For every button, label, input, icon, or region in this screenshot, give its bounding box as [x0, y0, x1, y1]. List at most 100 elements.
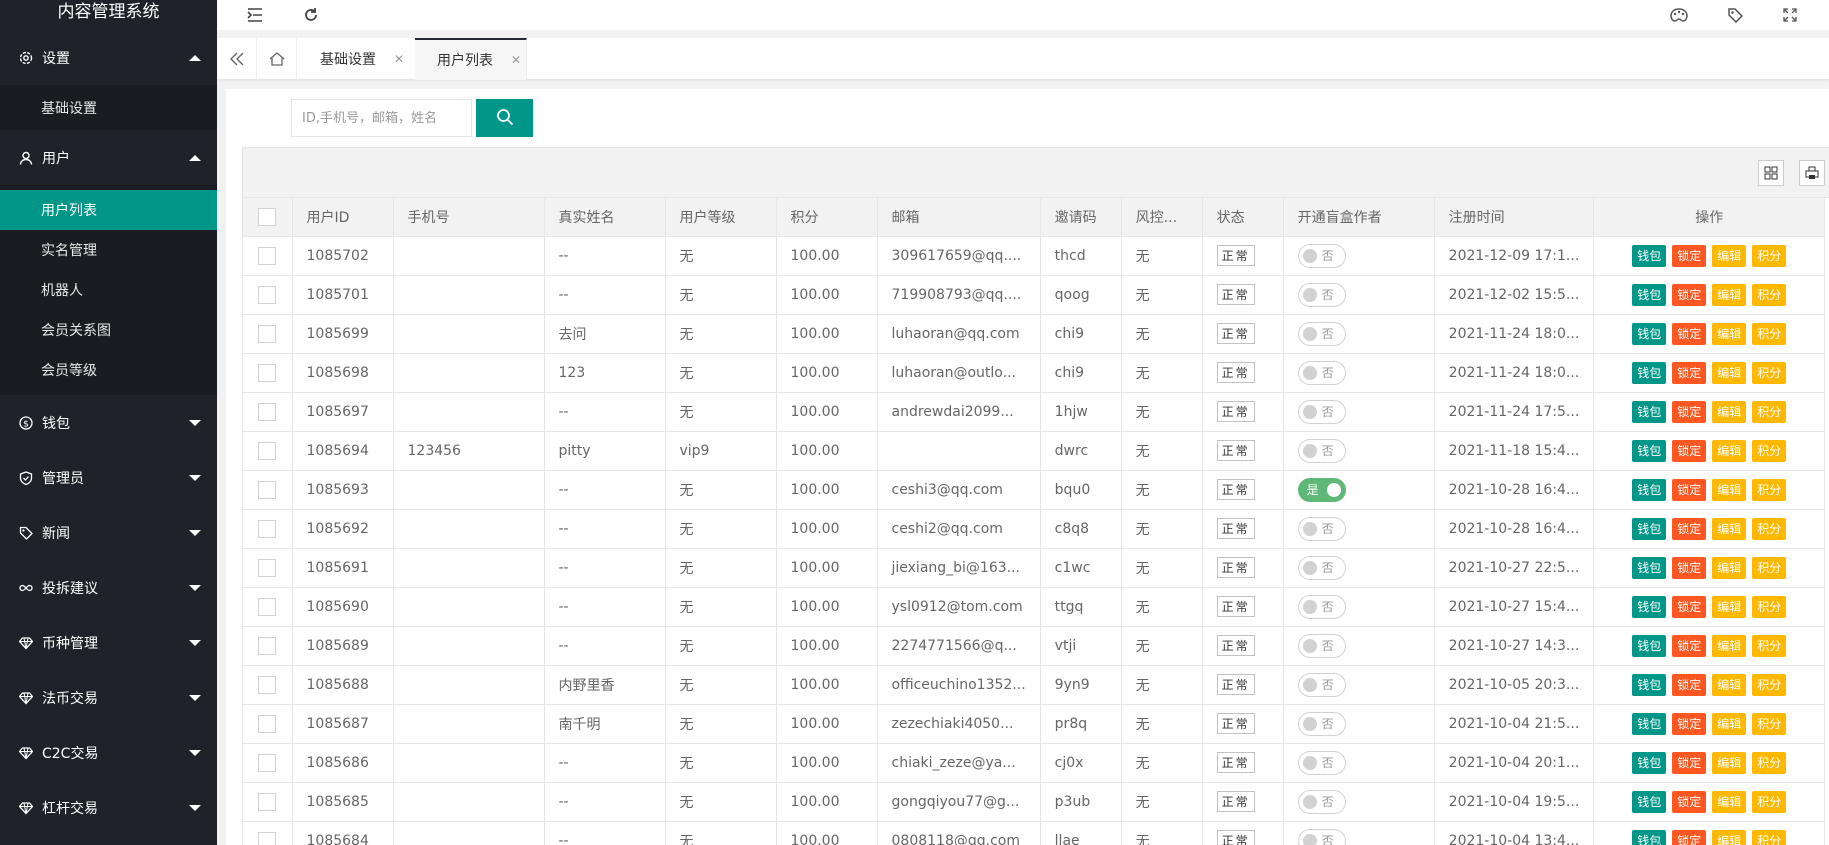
column-header[interactable]: 手机号 — [393, 198, 545, 237]
column-header[interactable]: 积分 — [776, 198, 878, 237]
lock-button[interactable]: 锁定 — [1672, 829, 1707, 845]
wallet-button[interactable]: 钱包 — [1632, 244, 1667, 267]
sidebar-group-0[interactable]: 设置 — [0, 30, 217, 85]
lock-button[interactable]: 锁定 — [1672, 361, 1707, 384]
wallet-button[interactable]: 钱包 — [1632, 322, 1667, 345]
theme-palette-icon[interactable] — [1669, 5, 1689, 25]
print-icon[interactable] — [1799, 160, 1825, 186]
sidebar-group-4[interactable]: 新闻 — [0, 505, 217, 560]
row-checkbox[interactable] — [243, 275, 293, 315]
sidebar-item[interactable]: 实名管理 — [0, 230, 217, 270]
points-button[interactable]: 积分 — [1752, 790, 1787, 813]
points-button[interactable]: 积分 — [1752, 400, 1787, 423]
tab-user-list[interactable]: 用户列表 ✕ — [415, 38, 527, 80]
wallet-button[interactable]: 钱包 — [1632, 283, 1667, 306]
column-header[interactable]: 用户ID — [292, 198, 394, 237]
sidebar-item[interactable]: 用户列表 — [0, 190, 217, 230]
select-all-checkbox[interactable] — [243, 198, 293, 237]
tabs-scroll-left-icon[interactable] — [217, 38, 257, 80]
points-button[interactable]: 积分 — [1752, 673, 1787, 696]
blind-box-toggle[interactable]: 否 — [1297, 750, 1346, 775]
row-checkbox[interactable] — [243, 626, 293, 666]
points-button[interactable]: 积分 — [1752, 361, 1787, 384]
edit-button[interactable]: 编辑 — [1712, 400, 1747, 423]
edit-button[interactable]: 编辑 — [1712, 556, 1747, 579]
blind-box-toggle[interactable]: 否 — [1297, 516, 1346, 541]
row-checkbox[interactable] — [243, 743, 293, 783]
row-checkbox[interactable] — [243, 587, 293, 627]
blind-box-toggle[interactable]: 否 — [1297, 672, 1346, 697]
wallet-button[interactable]: 钱包 — [1632, 634, 1667, 657]
column-header[interactable]: 邮箱 — [877, 198, 1041, 237]
column-header[interactable]: 操作 — [1593, 198, 1826, 237]
sidebar-item[interactable]: 会员等级 — [0, 350, 217, 390]
wallet-button[interactable]: 钱包 — [1632, 790, 1667, 813]
refresh-icon[interactable] — [301, 5, 321, 25]
points-button[interactable]: 积分 — [1752, 556, 1787, 579]
search-button[interactable] — [476, 99, 533, 137]
edit-button[interactable]: 编辑 — [1712, 478, 1747, 501]
blind-box-toggle[interactable]: 否 — [1297, 555, 1346, 580]
lock-button[interactable]: 锁定 — [1672, 517, 1707, 540]
lock-button[interactable]: 锁定 — [1672, 712, 1707, 735]
edit-button[interactable]: 编辑 — [1712, 244, 1747, 267]
lock-button[interactable]: 锁定 — [1672, 751, 1707, 774]
row-checkbox[interactable] — [243, 470, 293, 510]
lock-button[interactable]: 锁定 — [1672, 400, 1707, 423]
wallet-button[interactable]: 钱包 — [1632, 439, 1667, 462]
wallet-button[interactable]: 钱包 — [1632, 673, 1667, 696]
home-tab-icon[interactable] — [257, 38, 297, 80]
wallet-button[interactable]: 钱包 — [1632, 478, 1667, 501]
lock-button[interactable]: 锁定 — [1672, 283, 1707, 306]
blind-box-toggle[interactable]: 否 — [1297, 789, 1346, 814]
points-button[interactable]: 积分 — [1752, 634, 1787, 657]
blind-box-toggle[interactable]: 是 — [1297, 477, 1346, 502]
column-header[interactable]: 开通盲盒作者 — [1283, 198, 1435, 237]
edit-button[interactable]: 编辑 — [1712, 361, 1747, 384]
tag-icon[interactable] — [1725, 5, 1745, 25]
edit-button[interactable]: 编辑 — [1712, 322, 1747, 345]
wallet-button[interactable]: 钱包 — [1632, 829, 1667, 845]
column-header[interactable]: 状态 — [1202, 198, 1284, 237]
sidebar-group-5[interactable]: 投拆建议 — [0, 560, 217, 615]
lock-button[interactable]: 锁定 — [1672, 439, 1707, 462]
row-checkbox[interactable] — [243, 236, 293, 276]
lock-button[interactable]: 锁定 — [1672, 322, 1707, 345]
points-button[interactable]: 积分 — [1752, 595, 1787, 618]
edit-button[interactable]: 编辑 — [1712, 517, 1747, 540]
blind-box-toggle[interactable]: 否 — [1297, 282, 1346, 307]
points-button[interactable]: 积分 — [1752, 283, 1787, 306]
sidebar-item[interactable]: 机器人 — [0, 270, 217, 310]
wallet-button[interactable]: 钱包 — [1632, 517, 1667, 540]
sidebar-item[interactable]: 基础设置 — [0, 88, 217, 128]
sidebar-group-1[interactable]: 用户 — [0, 130, 217, 185]
points-button[interactable]: 积分 — [1752, 517, 1787, 540]
lock-button[interactable]: 锁定 — [1672, 634, 1707, 657]
points-button[interactable]: 积分 — [1752, 322, 1787, 345]
wallet-button[interactable]: 钱包 — [1632, 556, 1667, 579]
column-header[interactable]: 风控... — [1121, 198, 1203, 237]
columns-filter-icon[interactable] — [1758, 160, 1784, 186]
sidebar-group-8[interactable]: C2C交易 — [0, 725, 217, 780]
sidebar-group-3[interactable]: 管理员 — [0, 450, 217, 505]
points-button[interactable]: 积分 — [1752, 829, 1787, 845]
wallet-button[interactable]: 钱包 — [1632, 361, 1667, 384]
column-header[interactable]: 注册时间 — [1434, 198, 1595, 237]
lock-button[interactable]: 锁定 — [1672, 556, 1707, 579]
blind-box-toggle[interactable]: 否 — [1297, 711, 1346, 736]
edit-button[interactable]: 编辑 — [1712, 829, 1747, 845]
sidebar-group-7[interactable]: 法币交易 — [0, 670, 217, 725]
column-header[interactable]: 用户等级 — [665, 198, 777, 237]
blind-box-toggle[interactable]: 否 — [1297, 321, 1346, 346]
points-button[interactable]: 积分 — [1752, 478, 1787, 501]
wallet-button[interactable]: 钱包 — [1632, 712, 1667, 735]
edit-button[interactable]: 编辑 — [1712, 634, 1747, 657]
row-checkbox[interactable] — [243, 548, 293, 588]
blind-box-toggle[interactable]: 否 — [1297, 594, 1346, 619]
edit-button[interactable]: 编辑 — [1712, 790, 1747, 813]
blind-box-toggle[interactable]: 否 — [1297, 633, 1346, 658]
lock-button[interactable]: 锁定 — [1672, 790, 1707, 813]
points-button[interactable]: 积分 — [1752, 439, 1787, 462]
row-checkbox[interactable] — [243, 392, 293, 432]
row-checkbox[interactable] — [243, 509, 293, 549]
